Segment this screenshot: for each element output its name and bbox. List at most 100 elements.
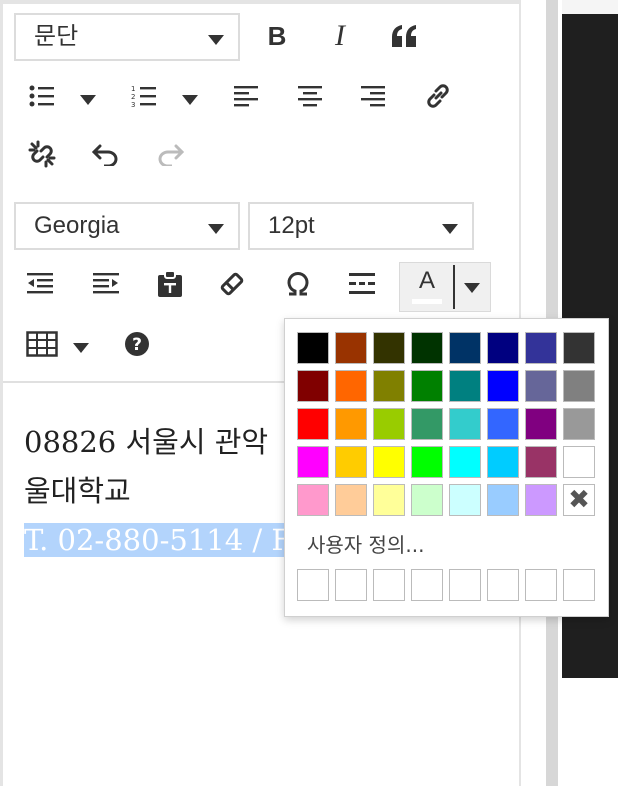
color-swatch[interactable] <box>563 332 595 364</box>
side-panel-top <box>562 0 618 14</box>
color-swatch[interactable] <box>411 332 443 364</box>
color-swatch[interactable] <box>525 370 557 402</box>
color-swatch[interactable] <box>525 408 557 440</box>
color-swatch[interactable] <box>487 484 519 516</box>
link-icon <box>427 84 449 108</box>
font-size-select[interactable]: 12pt <box>248 202 474 250</box>
custom-color-slot[interactable] <box>525 569 557 601</box>
clear-formatting-button[interactable] <box>210 262 254 306</box>
align-center-button[interactable] <box>288 74 332 118</box>
color-swatch[interactable] <box>335 446 367 478</box>
color-swatch[interactable] <box>335 370 367 402</box>
insert-table-button[interactable] <box>20 322 64 366</box>
font-family-select[interactable]: Georgia <box>14 202 240 250</box>
insert-read-more-button[interactable] <box>340 262 384 306</box>
align-center-icon <box>298 86 322 107</box>
chevron-down-icon <box>208 224 224 234</box>
color-swatch[interactable] <box>449 484 481 516</box>
italic-button[interactable]: I <box>318 14 362 58</box>
color-swatch[interactable] <box>335 408 367 440</box>
color-swatch[interactable] <box>487 446 519 478</box>
custom-color-slot[interactable] <box>335 569 367 601</box>
unlink-icon <box>28 140 56 168</box>
chevron-down-icon <box>442 224 458 234</box>
color-swatch[interactable] <box>449 446 481 478</box>
remove-link-button[interactable] <box>20 132 64 176</box>
bold-button[interactable]: B <box>255 14 299 58</box>
color-swatch[interactable] <box>487 332 519 364</box>
custom-color-slot[interactable] <box>487 569 519 601</box>
align-right-button[interactable] <box>351 74 395 118</box>
color-swatch[interactable] <box>373 332 405 364</box>
color-swatch[interactable] <box>297 484 329 516</box>
color-swatch[interactable] <box>335 332 367 364</box>
color-swatch[interactable] <box>411 446 443 478</box>
help-button[interactable]: ? <box>115 322 159 366</box>
color-swatch[interactable] <box>449 408 481 440</box>
color-swatch[interactable] <box>373 408 405 440</box>
bullet-list-button[interactable] <box>20 74 64 118</box>
text-color-letter: A <box>418 267 435 294</box>
color-swatch[interactable] <box>411 370 443 402</box>
outdent-button[interactable] <box>18 262 62 306</box>
undo-button[interactable] <box>84 132 128 176</box>
svg-text:2: 2 <box>131 93 135 101</box>
read-more-icon <box>349 273 375 294</box>
clipboard-icon <box>158 270 182 297</box>
svg-text:?: ? <box>132 335 142 355</box>
color-swatch[interactable] <box>297 446 329 478</box>
remove-color-icon[interactable]: ✖ <box>563 484 595 516</box>
color-swatch[interactable] <box>449 370 481 402</box>
color-swatch[interactable] <box>411 408 443 440</box>
paste-as-text-button[interactable] <box>148 262 192 306</box>
color-swatch[interactable] <box>373 446 405 478</box>
text-color-dropdown[interactable] <box>464 283 480 293</box>
color-swatch[interactable] <box>297 332 329 364</box>
custom-color-slot[interactable] <box>411 569 443 601</box>
italic-label: I <box>335 19 345 52</box>
numbered-list-dropdown[interactable] <box>182 95 198 105</box>
align-left-button[interactable] <box>224 74 268 118</box>
toolbar-top-border <box>0 0 521 4</box>
align-right-icon <box>361 86 385 107</box>
format-select-value: 문단 <box>34 23 79 50</box>
color-swatch[interactable] <box>297 370 329 402</box>
svg-text:1: 1 <box>131 85 135 93</box>
insert-link-button[interactable] <box>416 74 460 118</box>
blockquote-icon <box>392 25 416 47</box>
numbered-list-button[interactable]: 1 2 3 <box>122 74 166 118</box>
color-swatch[interactable] <box>563 370 595 402</box>
bullet-list-icon <box>29 85 54 107</box>
align-left-icon <box>234 86 258 107</box>
color-swatch[interactable] <box>411 484 443 516</box>
font-family-value: Georgia <box>34 212 120 239</box>
color-swatch[interactable] <box>335 484 367 516</box>
color-swatch[interactable] <box>373 370 405 402</box>
color-swatch[interactable] <box>487 408 519 440</box>
indent-button[interactable] <box>84 262 128 306</box>
color-swatch[interactable] <box>525 484 557 516</box>
color-swatch[interactable] <box>449 332 481 364</box>
special-character-button[interactable] <box>276 262 320 306</box>
text-color-button[interactable]: A <box>399 262 491 312</box>
custom-color-slot[interactable] <box>449 569 481 601</box>
color-swatch[interactable] <box>487 370 519 402</box>
color-swatch[interactable] <box>563 408 595 440</box>
color-swatch[interactable] <box>373 484 405 516</box>
color-swatch[interactable] <box>563 446 595 478</box>
color-swatch[interactable] <box>297 408 329 440</box>
format-select[interactable]: 문단 <box>14 13 240 61</box>
table-icon <box>26 331 58 357</box>
color-swatch[interactable] <box>525 446 557 478</box>
table-dropdown[interactable] <box>73 343 89 353</box>
omega-icon <box>287 272 309 296</box>
custom-color-slot[interactable] <box>373 569 405 601</box>
custom-color-slot[interactable] <box>297 569 329 601</box>
color-swatch[interactable] <box>525 332 557 364</box>
blockquote-button[interactable] <box>382 14 426 58</box>
bullet-list-dropdown[interactable] <box>80 95 96 105</box>
custom-color-slot[interactable] <box>563 569 595 601</box>
redo-button[interactable] <box>148 132 192 176</box>
custom-color-label[interactable]: 사용자 정의... <box>307 529 424 558</box>
undo-icon <box>92 144 118 166</box>
